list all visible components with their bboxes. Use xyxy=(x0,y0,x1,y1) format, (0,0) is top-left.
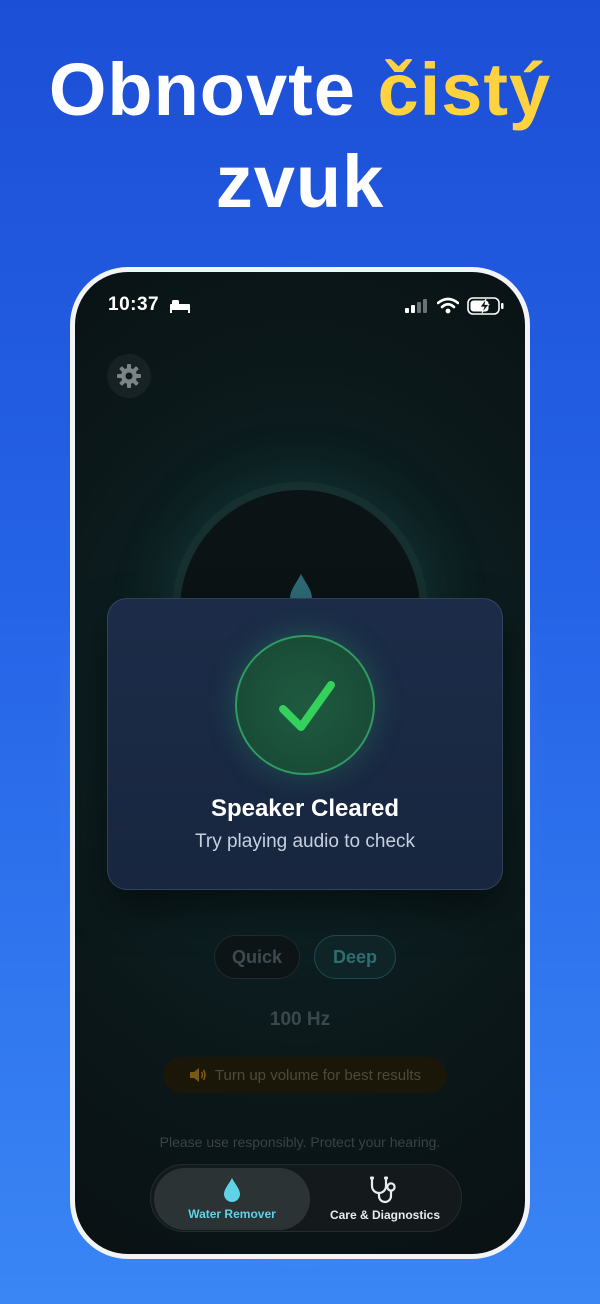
volume-hint-text: Turn up volume for best results xyxy=(214,1066,422,1084)
cellular-signal-icon xyxy=(405,299,427,313)
mode-deep-button[interactable]: Deep xyxy=(314,935,396,979)
water-drop-icon xyxy=(224,1178,240,1202)
gear-icon xyxy=(117,364,141,388)
tab-water-remover[interactable]: Water Remover xyxy=(154,1168,310,1230)
headline-part1: Obnovte xyxy=(48,48,356,131)
wifi-icon xyxy=(437,297,459,314)
stethoscope-icon xyxy=(370,1176,396,1204)
phone-frame: 10:37 Speaker Cleared Try playing audio … xyxy=(70,267,530,1259)
app-screen: 10:37 Speaker Cleared Try playing audio … xyxy=(75,272,525,1254)
volume-hint-banner: Turn up volume for best results xyxy=(163,1057,447,1093)
tab-care-diagnostics[interactable]: Care & Diagnostics xyxy=(311,1168,459,1230)
success-badge xyxy=(235,635,375,775)
frequency-readout: 100 Hz xyxy=(269,1009,331,1030)
battery-charging-icon xyxy=(467,297,504,315)
headline-part2: zvuk xyxy=(215,140,385,223)
status-bar: 10:37 xyxy=(75,294,525,318)
headline-highlight: čistý xyxy=(377,48,552,131)
responsible-use-note: Please use responsibly. Protect your hea… xyxy=(159,1134,441,1150)
dialog-title: Speaker Cleared xyxy=(210,795,400,822)
promo-headline: Obnovte čistý zvuk xyxy=(0,44,600,228)
tab-water-remover-label: Water Remover xyxy=(188,1207,276,1221)
status-time: 10:37 xyxy=(108,294,160,315)
settings-button[interactable] xyxy=(107,354,151,398)
bottom-tab-bar: Water Remover Care & Diagnostics xyxy=(150,1164,462,1232)
speaker-cleared-dialog[interactable]: Speaker Cleared Try playing audio to che… xyxy=(107,598,503,890)
checkmark-icon xyxy=(279,681,335,731)
mode-quick-button[interactable]: Quick xyxy=(214,935,300,979)
tab-care-diagnostics-label: Care & Diagnostics xyxy=(329,1208,441,1222)
sleep-focus-icon xyxy=(170,300,190,313)
dialog-subtitle: Try playing audio to check xyxy=(194,831,416,852)
speaker-volume-icon xyxy=(189,1068,206,1082)
